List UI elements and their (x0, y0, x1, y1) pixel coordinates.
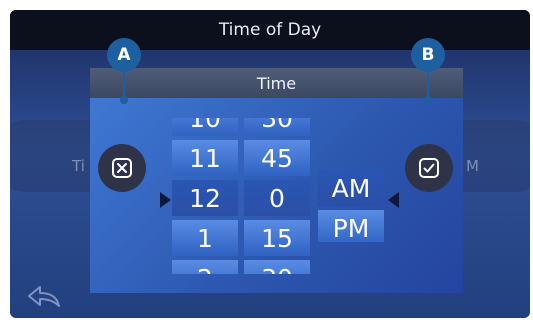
device-screen: Time of Day Ti M Time 10 11 12 1 2 (10, 10, 530, 318)
cancel-button[interactable] (98, 144, 146, 192)
screen-title-text: Time of Day (218, 20, 322, 40)
callout-leader-b (427, 72, 429, 98)
meridiem-wheel[interactable]: AM PM (318, 170, 384, 242)
checkmark-box-icon (419, 158, 439, 178)
dialog-title: Time (90, 68, 463, 98)
hour-option[interactable]: 1 (172, 220, 238, 256)
callout-dot-a (120, 96, 128, 104)
callout-label-a: A (107, 38, 141, 72)
hour-option[interactable]: 2 (172, 260, 238, 274)
minute-option-selected[interactable]: 0 (244, 180, 310, 216)
minute-option[interactable]: 15 (244, 220, 310, 256)
hour-option[interactable]: 11 (172, 140, 238, 176)
minute-option[interactable]: 45 (244, 140, 310, 176)
callout-leader-a (123, 72, 125, 98)
screen-title: Time of Day (10, 10, 530, 50)
hour-wheel[interactable]: 10 11 12 1 2 (172, 118, 238, 274)
minute-option[interactable]: 30 (244, 260, 310, 274)
callout-a-text: A (117, 45, 131, 65)
background-label-right: M (466, 157, 479, 175)
hour-option-selected[interactable]: 12 (172, 180, 238, 216)
minute-option[interactable]: 30 (244, 118, 310, 136)
selection-pointer-right-icon (160, 192, 171, 208)
callout-label-b: B (411, 38, 445, 72)
meridiem-option[interactable]: PM (318, 210, 384, 242)
callout-dot-b (424, 96, 432, 104)
close-box-icon (112, 158, 132, 178)
minute-wheel[interactable]: 30 45 0 15 30 (244, 118, 310, 274)
time-dialog: Time 10 11 12 1 2 30 45 0 15 (90, 68, 463, 293)
selection-pointer-left-icon (388, 192, 399, 208)
dialog-body: 10 11 12 1 2 30 45 0 15 30 AM PM (90, 98, 463, 293)
hour-option[interactable]: 10 (172, 118, 238, 136)
callout-b-text: B (421, 45, 435, 65)
back-arrow-icon[interactable] (26, 284, 62, 308)
meridiem-option-selected[interactable]: AM (318, 170, 384, 206)
background-label-left: Ti (72, 157, 85, 175)
confirm-button[interactable] (405, 144, 453, 192)
